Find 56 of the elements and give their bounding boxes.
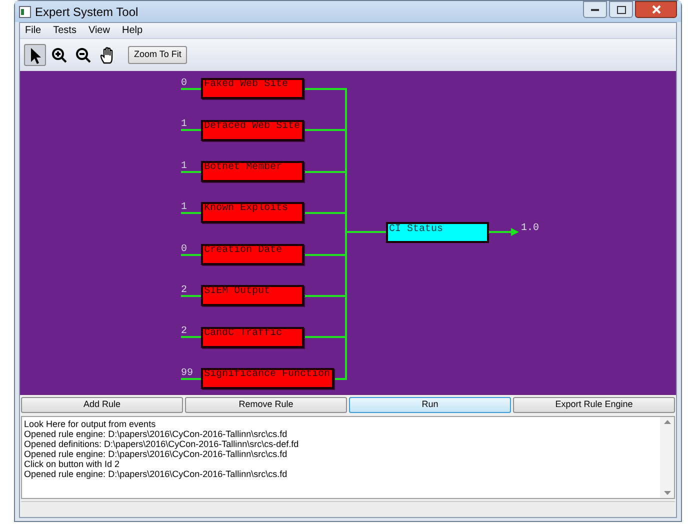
input-connector [181, 88, 201, 90]
input-value: 2 [181, 285, 188, 296]
input-value: 1 [181, 119, 188, 130]
close-icon [652, 5, 660, 14]
input-value: 0 [181, 244, 188, 256]
input-connector [181, 295, 201, 298]
input-connector [181, 171, 201, 174]
scroll-up-icon [664, 420, 670, 424]
menu-item[interactable]: File [25, 23, 42, 38]
zoom-in-icon [50, 46, 68, 64]
output-value: 1.0 [521, 223, 540, 234]
log-line: Opened definitions: D:\papers\2016\CyCon-2016-Tallinn\src\cs-def.fd [24, 439, 300, 450]
connector-line [303, 88, 346, 90]
action-button[interactable]: Export Rule Engine [513, 397, 675, 414]
maximize-button[interactable] [609, 1, 633, 18]
input-connector [181, 336, 201, 338]
tool-button[interactable] [24, 44, 46, 66]
log-line: Click on button with Id 2 [24, 459, 121, 470]
log-line: Opened rule engine: D:\papers\2016\CyCon-2016-Tallinn\src\cs.fd [24, 469, 288, 480]
input-connector [181, 254, 201, 256]
log-line: Opened rule engine: D:\papers\2016\CyCon-2016-Tallinn\src\cs.fd [24, 429, 288, 440]
output-arrow [488, 228, 519, 236]
input-connector [181, 378, 201, 380]
action-button[interactable]: Add Rule [21, 397, 183, 414]
input-value: 1 [181, 161, 188, 172]
connector-line [303, 336, 346, 338]
input-connector [181, 212, 201, 214]
zoom-to-fit-button[interactable]: Zoom To Fit [128, 46, 188, 64]
zoom-out-icon [74, 46, 92, 64]
input-value: 99 [181, 368, 194, 380]
menu-item[interactable]: Tests [53, 23, 76, 38]
menu-item[interactable]: Help [122, 23, 143, 38]
connector-line [303, 129, 346, 132]
input-connector [181, 129, 201, 132]
input-value: 2 [181, 326, 188, 338]
log-line: Look Here for output from events [24, 419, 157, 430]
connector-line [303, 171, 346, 174]
scrollbar[interactable] [660, 417, 674, 498]
connector-line [303, 254, 346, 256]
connector-line [303, 295, 346, 298]
log-line: Opened rule engine: D:\papers\2016\CyCon-2016-Tallinn\src\cs.fd [24, 449, 288, 460]
connector-line [346, 231, 387, 234]
close-button[interactable] [635, 1, 677, 18]
action-button[interactable]: Run [349, 397, 511, 414]
window-title: Expert System Tool [35, 4, 138, 21]
minimize-button[interactable] [583, 1, 607, 18]
output-node[interactable]: CI Status [386, 222, 489, 244]
app-icon [19, 6, 31, 18]
connector-line [303, 212, 346, 214]
menu-item[interactable]: View [88, 23, 110, 38]
minimize-icon [591, 8, 599, 11]
scroll-down-icon [664, 491, 670, 496]
action-button[interactable]: Remove Rule [185, 397, 347, 414]
restore-icon [616, 6, 626, 14]
input-value: 1 [181, 202, 188, 214]
input-value: 0 [181, 78, 188, 90]
